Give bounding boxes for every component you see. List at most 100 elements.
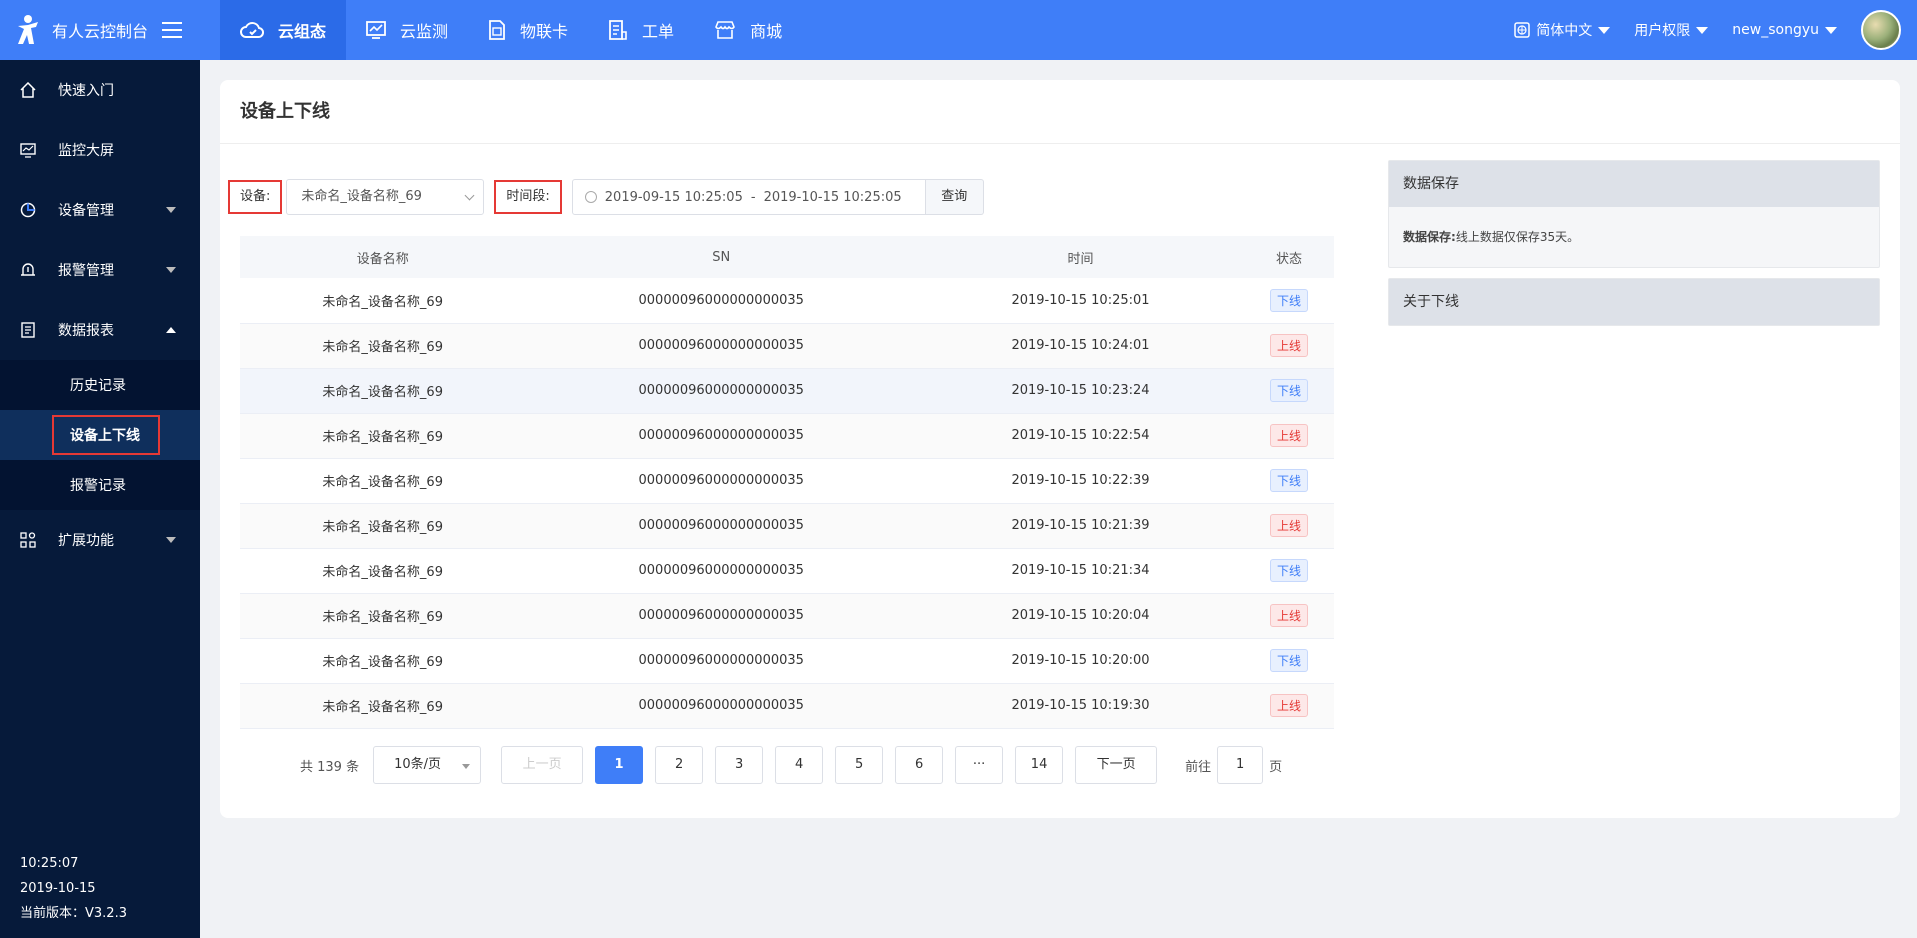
status-badge: 下线 <box>1269 288 1308 312</box>
sidebar-item-data-reports[interactable]: 数据报表 <box>0 300 200 360</box>
ticket-icon <box>609 20 627 40</box>
storage-info-label: 数据保存: <box>1403 230 1456 244</box>
sidebar-subitem-alarm-records[interactable]: 报警记录 <box>0 460 200 510</box>
filter-bar: 设备: 未命名_设备名称_69 时间段: 2019-09-15 10:25:05… <box>228 179 984 215</box>
table-row[interactable]: 未命名_设备名称_69 00000096000000000035 2019-10-1… <box>240 593 1334 639</box>
page-button[interactable]: 6 <box>895 746 944 784</box>
sidebar-item-quick-start[interactable]: 快速入门 <box>0 60 200 120</box>
status-badge: 下线 <box>1269 649 1308 672</box>
page-button[interactable]: 2 <box>655 746 704 784</box>
status-badge: 下线 <box>1269 469 1308 492</box>
language-label: 简体中文 <box>1536 23 1593 39</box>
topnav-item-iot-card[interactable]: 物联卡 <box>468 0 588 60</box>
offline-info-title[interactable]: 关于下线 <box>1389 279 1879 325</box>
cell-sn: 00000096000000000035 <box>525 638 918 684</box>
sidebar-submenu: 历史记录 设备上下线 报警记录 <box>0 360 200 510</box>
col-header-status[interactable]: 状态 <box>1243 236 1334 278</box>
page-button[interactable]: 3 <box>715 746 764 784</box>
prev-page-button[interactable]: 上一页 <box>501 746 584 784</box>
cell-device-name: 未命名_设备名称_69 <box>240 368 526 414</box>
date-range-picker[interactable]: 2019-09-15 10:25:05 - 2019-10-15 10:25:0… <box>571 179 926 215</box>
page-ellipsis-button[interactable]: ··· <box>955 746 1004 784</box>
topnav-item-cloud-monitor[interactable]: 云监测 <box>346 0 468 60</box>
storage-info-title[interactable]: 数据保存 <box>1389 161 1879 207</box>
query-button[interactable]: 查询 <box>925 179 984 215</box>
page-button[interactable]: 5 <box>835 746 884 784</box>
cell-status: 上线 <box>1243 683 1334 729</box>
cell-sn: 00000096000000000035 <box>525 413 918 459</box>
cell-device-name: 未命名_设备名称_69 <box>240 458 526 504</box>
topnav-item-cloud-config[interactable]: 云组态 <box>220 0 347 60</box>
cell-time: 2019-10-15 10:20:04 <box>917 593 1244 639</box>
table-row[interactable]: 未命名_设备名称_69 00000096000000000035 2019-10-1… <box>240 458 1334 504</box>
cloud-icon <box>240 22 264 38</box>
sidebar-item-extensions[interactable]: 扩展功能 <box>0 510 200 570</box>
table-row[interactable]: 未命名_设备名称_69 00000096000000000035 2019-10-1… <box>240 503 1334 549</box>
status-badge: 上线 <box>1269 424 1308 447</box>
device-select[interactable]: 未命名_设备名称_69 <box>286 179 485 215</box>
language-selector[interactable]: 简体中文 <box>1514 20 1611 40</box>
table-row[interactable]: 未命名_设备名称_69 00000096000000000035 2019-10-1… <box>240 413 1334 459</box>
next-page-button[interactable]: 下一页 <box>1075 746 1158 784</box>
table-row[interactable]: 未命名_设备名称_69 00000096000000000035 2019-10-1… <box>240 548 1334 594</box>
sidebar-subitem-label: 历史记录 <box>70 378 126 394</box>
cell-status: 上线 <box>1243 593 1334 639</box>
cell-sn: 00000096000000000035 <box>525 278 918 324</box>
cell-sn: 00000096000000000035 <box>525 683 918 729</box>
col-header-sn[interactable]: SN <box>525 236 918 278</box>
clock-icon <box>584 191 597 203</box>
table-row[interactable]: 未命名_设备名称_69 00000096000000000035 2019-10-1… <box>240 638 1334 684</box>
cell-sn: 00000096000000000035 <box>525 368 918 414</box>
permissions-menu[interactable]: 用户权限 <box>1634 20 1709 40</box>
goto-page-input[interactable]: 1 <box>1217 746 1264 784</box>
current-time: 10:25:07 <box>20 856 79 871</box>
avatar[interactable] <box>1861 10 1901 50</box>
sidebar-item-label: 快速入门 <box>58 83 114 99</box>
page-button[interactable]: 14 <box>1015 746 1064 784</box>
cell-sn: 00000096000000000035 <box>525 593 918 639</box>
cell-status: 下线 <box>1243 278 1334 324</box>
topnav-item-ticket[interactable]: 工单 <box>588 0 694 60</box>
status-badge: 下线 <box>1269 379 1308 402</box>
cell-sn: 00000096000000000035 <box>525 503 918 549</box>
chevron-down-icon <box>1598 26 1611 34</box>
table-row[interactable]: 未命名_设备名称_69 00000096000000000035 2019-10-1… <box>240 323 1334 369</box>
page-button[interactable]: 1 <box>595 746 644 784</box>
status-badge: 上线 <box>1269 694 1308 717</box>
user-menu[interactable]: new_songyu <box>1732 22 1837 38</box>
sidebar-item-monitor-screen[interactable]: 监控大屏 <box>0 120 200 180</box>
cell-sn: 00000096000000000035 <box>525 323 918 369</box>
sidebar: 快速入门 监控大屏 设备管理 报警管理 数据报表 历史记录 设备上下线 报警记录… <box>0 60 200 938</box>
sidebar-item-alarm-management[interactable]: 报警管理 <box>0 240 200 300</box>
total-count: 共 139 条 <box>300 759 360 775</box>
chevron-down-icon <box>1825 26 1837 34</box>
permissions-label: 用户权限 <box>1634 23 1691 39</box>
sidebar-subitem-history[interactable]: 历史记录 <box>0 360 200 410</box>
top-nav: 云组态 云监测 物联卡 工单 商城 <box>220 0 802 60</box>
sidebar-item-label: 数据报表 <box>58 323 114 339</box>
col-header-time[interactable]: 时间 <box>917 236 1244 278</box>
table-row[interactable]: 未命名_设备名称_69 00000096000000000035 2019-10-1… <box>240 683 1334 729</box>
table-row[interactable]: 未命名_设备名称_69 00000096000000000035 2019-10-1… <box>240 368 1334 414</box>
col-header-device-name[interactable]: 设备名称 <box>240 236 526 278</box>
menu-toggle-icon[interactable] <box>162 22 183 38</box>
top-right: 简体中文 用户权限 new_songyu <box>1514 0 1917 60</box>
range-start[interactable]: 2019-09-15 10:25:05 <box>605 190 743 205</box>
range-end[interactable]: 2019-10-15 10:25:05 <box>764 190 902 205</box>
current-date: 2019-10-15 <box>20 881 96 896</box>
device-label: 设备: <box>228 180 283 214</box>
topnav-item-store[interactable]: 商城 <box>694 0 802 60</box>
cell-time: 2019-10-15 10:25:01 <box>917 278 1244 324</box>
page-size-select[interactable]: 10条/页 <box>373 746 482 784</box>
store-icon <box>715 21 735 39</box>
chevron-down-icon <box>166 267 176 273</box>
sidebar-item-device-management[interactable]: 设备管理 <box>0 180 200 240</box>
sidebar-subitem-device-online-offline[interactable]: 设备上下线 <box>0 410 200 460</box>
page-button[interactable]: 4 <box>775 746 824 784</box>
chevron-down-icon <box>464 190 475 201</box>
table-row[interactable]: 未命名_设备名称_69 00000096000000000035 2019-10-1… <box>240 278 1334 324</box>
storage-info-text: 线上数据仅保存35天。 <box>1455 230 1580 244</box>
main-card: 设备上下线 设备: 未命名_设备名称_69 时间段: 2019-09-15 10… <box>220 80 1900 818</box>
top-bar: 有人云控制台 云组态 云监测 物联卡 工单 商城 简体中文 用户权限 new_s… <box>0 0 1917 60</box>
status-badge: 下线 <box>1269 559 1308 582</box>
